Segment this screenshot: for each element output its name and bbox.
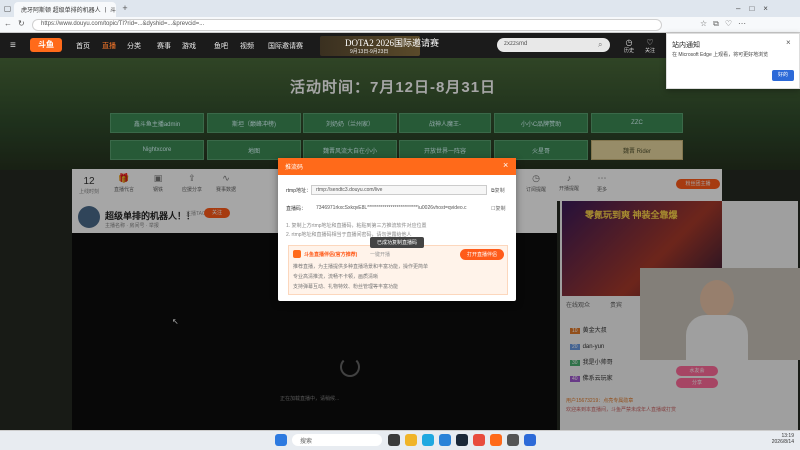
edge-icon[interactable] — [422, 434, 434, 446]
follow-label: 关注 — [644, 48, 655, 54]
nav-ti[interactable]: 国际邀请赛 — [268, 41, 303, 51]
back-icon[interactable]: ← — [4, 19, 12, 28]
promo-line: 推荐直播，为主播提供多种直播场景和丰富功能，操作更简单 — [293, 264, 429, 270]
file-explorer-icon[interactable] — [405, 434, 417, 446]
window-menu-icon[interactable]: ▢ — [3, 3, 12, 13]
stream-key-field[interactable]: 7346971rkxcSxkqvE8L*********************… — [311, 203, 487, 213]
store-icon[interactable] — [439, 434, 451, 446]
promo-title: 斗鱼直播伴侣(官方推荐) — [304, 252, 358, 258]
tab-title: 虎牙阿斯顿 超级单排的机器人 丨 斗鱼 — [21, 8, 116, 14]
open-companion-button[interactable]: 打开直播伴侣 — [460, 249, 504, 260]
clock-date: 2026/8/14 — [771, 439, 794, 445]
history-icon: ◷ — [625, 38, 633, 47]
modal-title: 推流码 — [278, 158, 516, 175]
modal-close-button[interactable]: × — [503, 160, 508, 170]
menu-icon[interactable]: ≡ — [10, 40, 16, 51]
task-view-icon[interactable] — [388, 434, 400, 446]
copy-key-button[interactable]: ☐复制 — [491, 205, 506, 212]
copy-success-tooltip: 已成功复制直播码 — [370, 237, 424, 248]
stream-key-label: 直播码： — [286, 206, 307, 212]
browser-tab[interactable]: 虎牙阿斯顿 超级单排的机器人 丨 斗鱼 × — [14, 2, 116, 17]
nav-home[interactable]: 首页 — [76, 41, 90, 51]
nav-video[interactable]: 视频 — [240, 41, 254, 51]
promo-line: 支持弹幕互动、礼物特效、粉丝管理等丰富功能 — [293, 284, 399, 290]
nav-events[interactable]: 赛事 — [157, 41, 171, 51]
modal-note: 1. 复制上方rtmp地址和直播码，粘贴到第三方推流软件对应位置 — [286, 223, 427, 229]
nav-category[interactable]: 分类 — [127, 41, 141, 51]
promo-subtitle: 一键开播 — [370, 252, 391, 258]
copy-key-label: 复制 — [495, 206, 506, 212]
taskbar-search[interactable]: 搜索 — [292, 434, 382, 446]
copy-rtmp-button[interactable]: ⧉复制 — [491, 187, 505, 194]
copy-rtmp-label: 复制 — [494, 188, 505, 194]
promo-line: 专业高清推流，流畅不卡顿，画质清晰 — [293, 274, 379, 280]
popup-body: 在 Microsoft Edge 上观看，将可更好地浏览 — [672, 52, 769, 58]
popup-close-icon[interactable]: × — [786, 38, 791, 47]
popup-ok-button[interactable]: 好的 — [772, 70, 794, 81]
browser-toolbar-icons[interactable]: ☆⧉♡⋯ — [700, 19, 752, 29]
search-icon[interactable]: ⌕ — [598, 40, 602, 50]
history-label: 历史 — [623, 48, 634, 54]
taskbar — [0, 430, 800, 450]
follow-button[interactable]: ♡ 关注 — [643, 38, 657, 54]
companion-logo-icon — [293, 250, 301, 258]
obs-icon[interactable] — [507, 434, 519, 446]
refresh-icon[interactable]: ↻ — [18, 19, 25, 28]
app-icon[interactable] — [473, 434, 485, 446]
search-input[interactable]: zxzzsmd — [497, 38, 610, 52]
url-input[interactable]: https://www.douyu.com/topic/TI?rid=...&d… — [32, 19, 662, 31]
clock: 13:19 2026/8/14 — [760, 433, 794, 445]
heart-icon: ♡ — [646, 38, 654, 47]
steam-icon[interactable] — [456, 434, 468, 446]
history-button[interactable]: ◷ 历史 — [622, 38, 636, 54]
nav-yuba[interactable]: 鱼吧 — [214, 41, 228, 51]
site-logo[interactable]: 斗鱼 — [30, 38, 62, 52]
nav-games[interactable]: 游戏 — [182, 41, 196, 51]
popup-title: 站内通知 — [672, 42, 700, 49]
dota-date: 9月13日-9月23日 — [350, 49, 389, 55]
chrome-icon[interactable] — [524, 434, 536, 446]
window-controls[interactable]: –□× — [736, 4, 777, 13]
douyu-icon[interactable] — [490, 434, 502, 446]
rtmp-label: rtmp地址： — [286, 188, 312, 194]
start-icon[interactable] — [275, 434, 287, 446]
new-tab-button[interactable]: + — [120, 3, 130, 13]
rtmp-field[interactable]: rtmp://sendtc3.douyu.com/live — [311, 185, 487, 195]
nav-live[interactable]: 直播 — [102, 41, 116, 51]
